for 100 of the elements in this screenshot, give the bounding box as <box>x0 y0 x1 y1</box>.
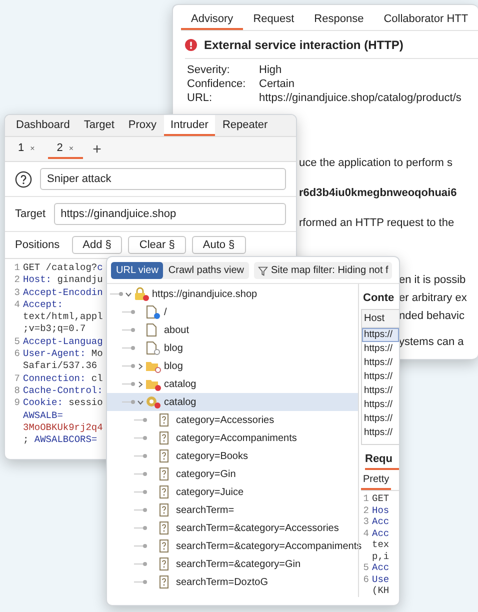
tab[interactable]: Pretty <box>361 470 392 490</box>
position-button[interactable]: Add § <box>72 236 122 254</box>
field-value: https://ginandjuice.shop/catalog/product/s <box>259 91 462 105</box>
position-button[interactable]: Clear § <box>128 236 186 254</box>
code-line: Acc <box>372 516 390 528</box>
code-line: Safari/537.36 <box>23 360 98 373</box>
field-label: Severity: <box>187 63 231 77</box>
line-number: 4 <box>13 298 20 312</box>
table-cell[interactable]: https:// <box>362 426 399 440</box>
line-number: 6 <box>13 348 20 360</box>
code-line: GET <box>372 493 390 504</box>
tree-item[interactable]: blog <box>107 357 358 375</box>
tab[interactable]: Intruder <box>164 115 216 136</box>
line-number: 2 <box>13 274 20 287</box>
code-line: ; AWSALBCORS= <box>23 434 98 446</box>
add-tab-button[interactable]: + <box>86 142 108 156</box>
table-cell[interactable]: https:// <box>362 384 399 398</box>
code-line: AWSALB= <box>23 410 63 422</box>
position-button[interactable]: Auto § <box>192 236 246 254</box>
tab[interactable]: Target <box>76 115 122 136</box>
document-icon <box>145 341 161 355</box>
tree-item[interactable]: searchTerm=&category=Accessories <box>107 519 358 537</box>
tree-item[interactable]: catalog <box>107 375 358 393</box>
tab[interactable]: Collaborator HTT <box>374 10 478 30</box>
tab[interactable]: Request <box>243 10 304 30</box>
connector-line <box>122 346 136 350</box>
code-line: Cache-Control: <box>23 384 103 398</box>
chevron-right-icon[interactable] <box>136 380 145 388</box>
connector-line <box>134 526 148 530</box>
connector-line <box>134 544 148 548</box>
chevron-right-icon[interactable] <box>136 362 145 370</box>
request-heading: Requ <box>365 453 399 470</box>
connector-line <box>134 580 148 584</box>
tree-item[interactable]: catalog <box>107 393 358 411</box>
code-line: Use <box>372 574 390 585</box>
code-line: Cookie: sessio <box>23 397 103 410</box>
line-number: 1 <box>13 262 20 274</box>
attack-tab[interactable]: 1 × <box>9 139 44 159</box>
tab[interactable]: Repeater <box>215 115 275 136</box>
tab[interactable]: Dashboard <box>9 115 77 136</box>
table-cell[interactable]: https:// <box>362 398 399 412</box>
line-number: 3 <box>13 286 20 299</box>
tree-item[interactable]: searchTerm=&category=Gin <box>107 555 358 573</box>
code-line: ;v=b3;q=0.7 <box>23 323 86 336</box>
description-text: uce the application to perform s <box>299 156 454 171</box>
connector-line <box>122 310 136 314</box>
target-label: Target <box>15 208 46 220</box>
code-line: GET /catalog?c <box>23 262 103 274</box>
code-line: 3MoOBKUk9rj2q4 <box>23 422 103 434</box>
table-cell[interactable]: https:// <box>362 356 399 370</box>
table-cell[interactable]: https:// <box>362 370 399 384</box>
contents-heading: Conte <box>363 292 396 304</box>
connector-line <box>122 400 136 404</box>
tree-item[interactable]: blog <box>107 339 358 357</box>
tab[interactable]: Response <box>304 10 374 30</box>
line-number: 3 <box>362 516 369 528</box>
tree-item[interactable]: category=Books <box>107 447 358 465</box>
code-line: Connection: cl <box>23 372 103 385</box>
filter-icon <box>258 266 268 276</box>
connector-line <box>134 508 148 512</box>
line-number: 5 <box>13 336 20 348</box>
connector-line <box>122 382 136 386</box>
connector-line <box>122 328 136 332</box>
gear-icon <box>145 395 161 409</box>
tree-item[interactable]: category=Accompaniments <box>107 429 358 447</box>
line-number: 5 <box>362 562 369 574</box>
code-line: Accept-Languag <box>23 336 103 348</box>
table-cell[interactable]: https:// <box>362 328 399 342</box>
filter-button[interactable]: Site map filter: Hiding not f <box>254 262 392 279</box>
table-cell[interactable]: https:// <box>362 342 399 356</box>
line-number: 2 <box>362 504 369 516</box>
line-number: 7 <box>13 372 20 385</box>
tree-item[interactable]: category=Juice <box>107 483 358 501</box>
help-icon[interactable] <box>15 170 32 188</box>
line-number: 9 <box>13 397 20 410</box>
attack-type-field[interactable]: Sniper attack <box>40 168 286 190</box>
tree-item[interactable]: / <box>107 303 358 321</box>
tree-item[interactable]: searchTerm= <box>107 501 358 519</box>
field-label: Confidence: <box>187 77 247 91</box>
tree-item[interactable]: searchTerm=DoztoG <box>107 573 358 591</box>
code-line: (KH <box>372 585 390 596</box>
field-value: Certain <box>259 77 296 91</box>
tab[interactable]: Proxy <box>121 115 164 136</box>
view-toggle[interactable]: URL view <box>111 262 164 279</box>
tree-item[interactable]: category=Accessories <box>107 411 358 429</box>
code-line: Hos <box>372 504 390 516</box>
tab[interactable]: Advisory <box>181 10 244 30</box>
code-line: text/html,appl <box>23 311 103 324</box>
code-line: Acc <box>372 562 390 574</box>
tree-item[interactable]: category=Gin <box>107 465 358 483</box>
connector-line <box>134 436 148 440</box>
attack-tab[interactable]: 2 × <box>48 139 83 159</box>
table-cell[interactable]: https:// <box>362 412 399 426</box>
tree-item[interactable]: about <box>107 321 358 339</box>
connector-line <box>134 472 148 476</box>
view-toggle[interactable]: Crawl paths view <box>163 262 250 279</box>
tree-item[interactable]: https://ginandjuice.shop <box>107 285 358 303</box>
description-text: ystems can a <box>399 335 465 350</box>
target-field[interactable]: https://ginandjuice.shop <box>54 203 286 225</box>
connector-line <box>134 490 148 494</box>
